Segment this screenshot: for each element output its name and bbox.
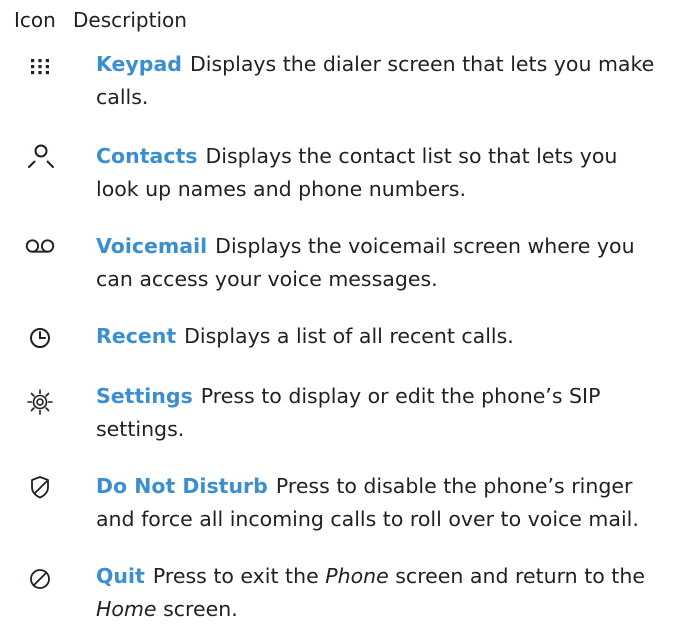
- item-name: Do Not Disturb: [96, 474, 268, 498]
- contacts-icon: [22, 142, 58, 172]
- recent-icon: [22, 323, 58, 353]
- item-name: Settings: [96, 384, 193, 408]
- keypad-icon: [22, 51, 58, 81]
- voicemail-icon: [22, 231, 58, 261]
- do-not-disturb-icon: [22, 472, 58, 502]
- item-text: Keypad Displays the dialer screen that le…: [96, 48, 666, 114]
- table-header: Icon Description: [0, 6, 676, 34]
- item-description-phone: Phone: [325, 564, 389, 588]
- item-text: Recent Displays a list of all recent call…: [96, 320, 666, 353]
- item-text: Settings Press to display or edit the pho…: [96, 380, 666, 446]
- item-name: Recent: [96, 324, 177, 348]
- item-description-part-3: screen.: [156, 597, 238, 621]
- item-text: Quit Press to exit the Phone screen and r…: [96, 560, 666, 626]
- item-description-part-1: Press to exit the: [152, 564, 326, 588]
- item-name: Keypad: [96, 52, 182, 76]
- item-name: Voicemail: [96, 234, 208, 258]
- icon-column-header: Icon: [14, 8, 56, 32]
- item-description: Displays a list of all recent calls.: [184, 324, 514, 348]
- item-text: Voicemail Displays the voicemail screen w…: [96, 230, 666, 296]
- item-text: Contacts Displays the contact list so tha…: [96, 140, 666, 206]
- item-text: Do Not Disturb Press to disable the phone…: [96, 470, 666, 536]
- item-description-home: Home: [96, 597, 157, 621]
- description-column-header: Description: [73, 8, 187, 32]
- quit-icon: [22, 564, 58, 594]
- item-name: Quit: [96, 564, 145, 588]
- settings-icon: [22, 387, 58, 417]
- item-name: Contacts: [96, 144, 198, 168]
- item-description-part-2: screen and return to the: [388, 564, 645, 588]
